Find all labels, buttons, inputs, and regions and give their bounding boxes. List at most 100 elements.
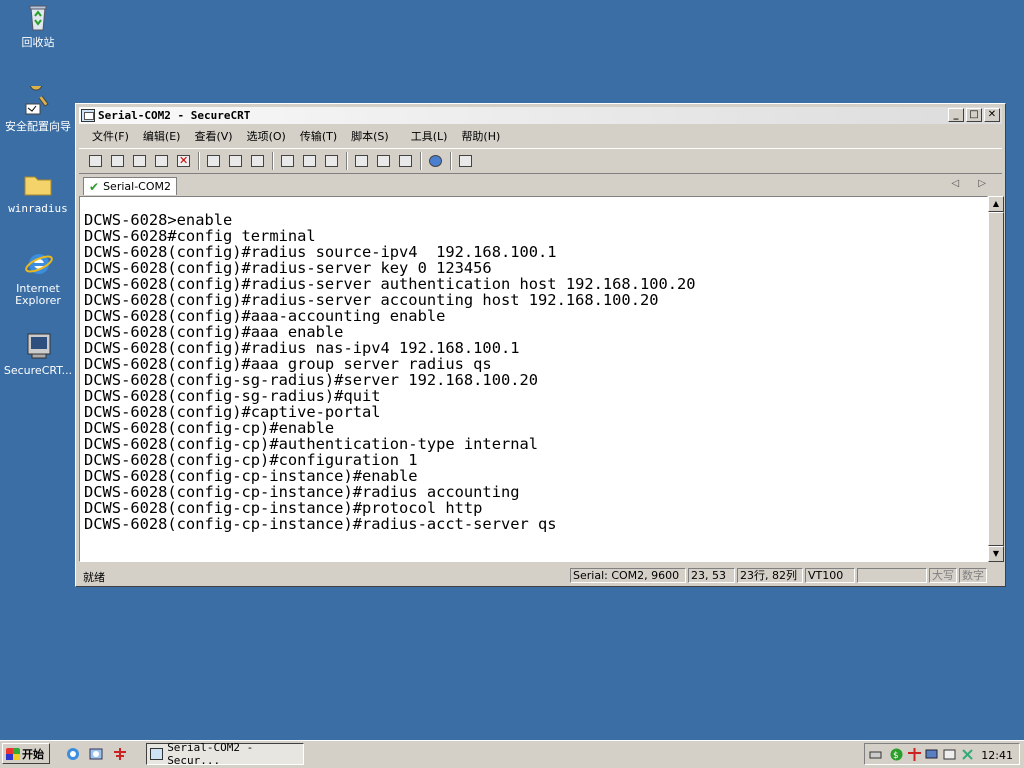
help-icon[interactable]	[427, 153, 445, 169]
vertical-scrollbar[interactable]: ▲ ▼	[988, 196, 1004, 562]
terminal-line: DCWS-6028(config-cp-instance)#protocol h…	[84, 499, 483, 517]
sftp-icon[interactable]	[457, 153, 475, 169]
scroll-up-icon[interactable]: ▲	[988, 196, 1004, 212]
copy-icon[interactable]	[205, 153, 223, 169]
tab-label: Serial-COM2	[103, 180, 171, 193]
terminal-area[interactable]: DCWS-6028>enable DCWS-6028#config termina…	[79, 196, 988, 562]
printer-tray-icon[interactable]	[869, 748, 882, 761]
tool-tray-icon[interactable]	[961, 748, 974, 761]
desktop-icon-recycle-bin[interactable]: 回收站	[0, 2, 76, 49]
terminal-line: DCWS-6028(config-cp)#configuration 1	[84, 451, 418, 469]
start-button[interactable]: 开始	[2, 743, 50, 764]
terminal-line: DCWS-6028(config-sg-radius)#server 192.1…	[84, 371, 539, 389]
network-tray-icon[interactable]	[908, 748, 921, 761]
menu-script[interactable]: 脚本(S)	[351, 128, 389, 144]
status-blank	[857, 568, 927, 583]
terminal-line: DCWS-6028(config-cp)#enable	[84, 419, 335, 437]
connect-in-tab-icon[interactable]	[131, 153, 149, 169]
display-tray-icon[interactable]	[943, 748, 956, 761]
monitor-tray-icon[interactable]	[925, 748, 938, 761]
shield-tray-icon[interactable]: $	[890, 748, 903, 761]
check-icon: ✔	[89, 179, 100, 194]
menu-transfer[interactable]: 传输(T)	[300, 128, 337, 144]
internet-explorer-icon	[22, 248, 54, 280]
terminal-line: DCWS-6028(config)#aaa-accounting enable	[84, 307, 446, 325]
toolbar	[79, 148, 1002, 174]
session-options-icon[interactable]	[353, 153, 371, 169]
desktop-icon-securecrt[interactable]: SecureCRT...	[0, 330, 76, 377]
security-wizard-icon	[22, 77, 54, 118]
desktop-icon-winradius[interactable]: winradius	[0, 168, 76, 215]
tab-nav-arrows[interactable]: ◁ ▷	[951, 178, 994, 189]
recycle-bin-icon	[22, 2, 54, 34]
menu-tools[interactable]: 工具(L)	[411, 128, 448, 144]
tab-serial-com2[interactable]: ✔ Serial-COM2	[83, 177, 177, 195]
window-title: Serial-COM2 - SecureCRT	[98, 109, 251, 122]
close-button[interactable]: ✕	[984, 108, 1000, 122]
status-num: 数字	[959, 568, 987, 583]
network-quicklaunch-icon[interactable]	[113, 747, 127, 761]
securecrt-window: Serial-COM2 - SecureCRT _ □ ✕ 文件(F) 编辑(E…	[75, 103, 1006, 587]
terminal-line: DCWS-6028(config)#radius source-ipv4 192…	[84, 243, 557, 261]
desktop-icon-label: winradius	[8, 202, 68, 215]
toolbar-separator	[198, 152, 200, 170]
status-cursor-pos: 23, 53	[688, 568, 735, 583]
desktop-icon-internet-explorer[interactable]: Internet Explorer	[0, 248, 76, 307]
menu-help[interactable]: 帮助(H)	[461, 128, 500, 144]
clock: 12:41	[981, 749, 1013, 762]
desktop-icon-label: 回收站	[21, 36, 55, 49]
taskbar: 开始 Serial-COM2 - Secur... $ 12:41	[0, 740, 1024, 768]
menu-edit[interactable]: 编辑(E)	[143, 128, 181, 144]
terminal-line: DCWS-6028>enable	[84, 211, 233, 229]
scroll-down-icon[interactable]: ▼	[988, 546, 1004, 562]
toolbar-separator	[346, 152, 348, 170]
minimize-button[interactable]: _	[948, 108, 964, 122]
quick-connect-icon[interactable]	[109, 153, 127, 169]
terminal-line: DCWS-6028(config)#radius-server authenti…	[84, 275, 696, 293]
connect-icon[interactable]	[87, 153, 105, 169]
reconnect-icon[interactable]	[153, 153, 171, 169]
status-bar: 就绪 Serial: COM2, 9600 23, 53 23行, 82列 VT…	[79, 565, 1002, 585]
menu-view[interactable]: 查看(V)	[194, 128, 232, 144]
app-icon	[81, 109, 95, 122]
terminal-line: DCWS-6028(config)#radius-server accounti…	[84, 291, 659, 309]
status-caps: 大写	[929, 568, 957, 583]
taskbar-button-securecrt[interactable]: Serial-COM2 - Secur...	[146, 741, 304, 767]
svg-text:$: $	[893, 751, 899, 761]
print-screen-icon[interactable]	[279, 153, 297, 169]
find-icon[interactable]	[249, 153, 267, 169]
maximize-button[interactable]: □	[966, 108, 982, 122]
terminal-line: DCWS-6028(config-sg-radius)#quit	[84, 387, 381, 405]
folder-icon	[22, 168, 54, 200]
status-serial: Serial: COM2, 9600	[570, 568, 686, 583]
desktop-icon-label: 安全配置向导	[5, 120, 71, 133]
ie-quicklaunch-icon[interactable]	[66, 747, 80, 761]
status-ready: 就绪	[83, 571, 105, 584]
terminal-line: DCWS-6028(config)#radius-server key 0 12…	[84, 259, 492, 277]
scroll-thumb[interactable]	[988, 212, 1004, 546]
taskbar-button-label: Serial-COM2 - Secur...	[167, 741, 254, 767]
menu-bar: 文件(F) 编辑(E) 查看(V) 选项(O) 传输(T) 脚本(S) 工具(L…	[79, 126, 1002, 146]
keymap-icon[interactable]	[397, 153, 415, 169]
toolbar-separator	[420, 152, 422, 170]
disconnect-icon[interactable]	[175, 153, 193, 169]
terminal-line: DCWS-6028(config)#captive-portal	[84, 403, 381, 421]
system-tray: $ 12:41	[864, 743, 1020, 765]
paste-icon[interactable]	[227, 153, 245, 169]
print-selection-icon[interactable]	[301, 153, 319, 169]
terminal-line: DCWS-6028(config)#aaa enable	[84, 323, 344, 341]
menu-options[interactable]: 选项(O)	[247, 128, 286, 144]
explorer-quicklaunch-icon[interactable]	[89, 747, 103, 761]
desktop-icon-security-wizard[interactable]: 安全配置向导	[0, 77, 76, 133]
terminal-line: DCWS-6028(config)#radius nas-ipv4 192.16…	[84, 339, 520, 357]
status-rows-cols: 23行, 82列	[737, 568, 803, 583]
desktop-icon-label: Internet Explorer	[15, 282, 61, 307]
terminal-line: DCWS-6028(config-cp)#authentication-type…	[84, 435, 539, 453]
title-bar[interactable]: Serial-COM2 - SecureCRT _ □ ✕	[79, 107, 1002, 124]
print-icon[interactable]	[323, 153, 341, 169]
global-options-icon[interactable]	[375, 153, 393, 169]
securecrt-icon	[22, 330, 54, 362]
menu-file[interactable]: 文件(F)	[92, 128, 129, 144]
terminal-output: DCWS-6028>enable DCWS-6028#config termina…	[84, 212, 696, 532]
terminal-line: DCWS-6028(config)#aaa group server radiu…	[84, 355, 492, 373]
